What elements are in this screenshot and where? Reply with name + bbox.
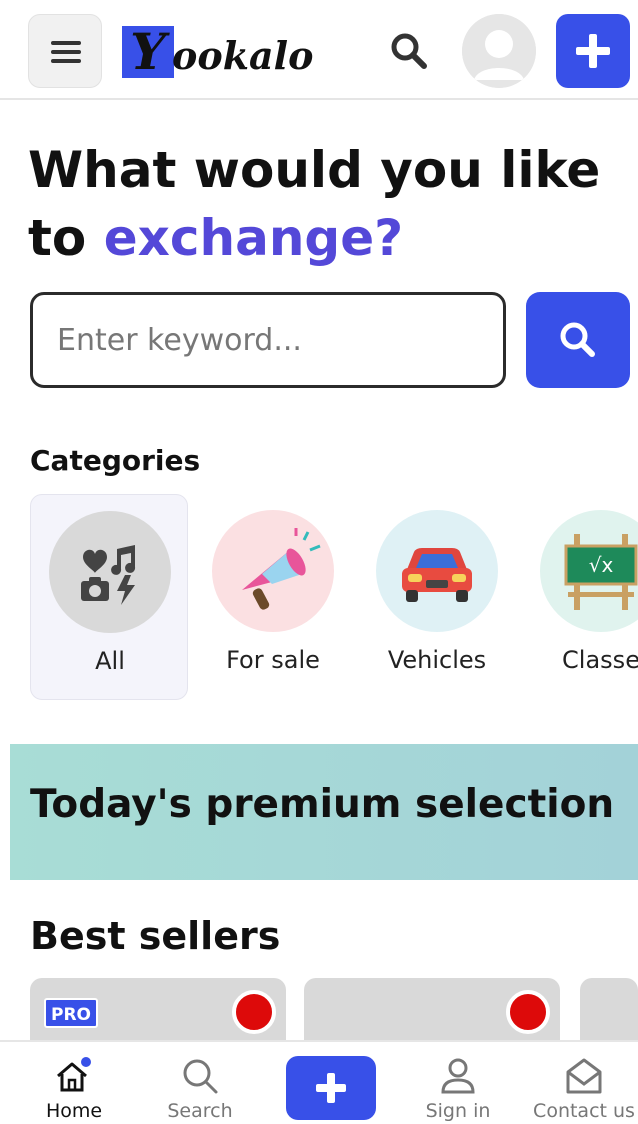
- category-label: All: [95, 647, 125, 675]
- logo-letter-y: Y: [122, 26, 174, 78]
- bottom-navigation-bar: Home Search Sign in Contact us: [0, 1040, 638, 1124]
- best-sellers-heading: Best sellers: [30, 914, 281, 958]
- category-all[interactable]: All: [30, 494, 188, 700]
- menu-bar: [51, 41, 81, 45]
- search-icon: [560, 322, 595, 357]
- megaphone-icon: [212, 510, 334, 632]
- search-icon[interactable]: [388, 30, 430, 72]
- nav-search[interactable]: Search: [140, 1042, 260, 1124]
- chalkboard-icon: √x: [540, 510, 638, 632]
- category-classes[interactable]: √x Classe: [522, 494, 638, 700]
- nav-label: Home: [45, 1100, 103, 1122]
- plus-icon: [576, 34, 610, 68]
- home-icon: [57, 1057, 91, 1092]
- nav-label: Search: [167, 1100, 233, 1122]
- keyword-search-field[interactable]: [30, 292, 506, 388]
- categories-carousel[interactable]: All For sale Vehicles √x Classe: [30, 494, 638, 704]
- nav-contact-us[interactable]: Contact us: [518, 1042, 638, 1124]
- avatar-silhouette-icon: [462, 14, 536, 88]
- hamburger-menu-button[interactable]: [28, 14, 102, 88]
- hero-title: What would you like to exchange?: [28, 136, 618, 272]
- hero-title-accent: exchange?: [103, 209, 404, 267]
- user-avatar-icon[interactable]: [462, 14, 536, 88]
- app-header: Y ookalo: [0, 0, 638, 100]
- mail-icon: [566, 1058, 602, 1094]
- car-icon: [376, 510, 498, 632]
- nav-label: Sign in: [425, 1100, 491, 1122]
- all-categories-icon: [49, 511, 171, 633]
- hero-title-line1: What would you like: [28, 141, 601, 199]
- record-dot-icon: [232, 990, 276, 1034]
- nav-sign-in[interactable]: Sign in: [398, 1042, 518, 1124]
- add-listing-button[interactable]: [556, 14, 630, 88]
- nav-add-button[interactable]: [286, 1056, 376, 1120]
- hero-title-prefix: to: [28, 209, 87, 267]
- search-submit-button[interactable]: [526, 292, 630, 388]
- nav-label: Contact us: [533, 1100, 635, 1122]
- hero-title-line2: to exchange?: [28, 204, 618, 272]
- plus-icon: [316, 1073, 346, 1103]
- category-label: Vehicles: [387, 646, 487, 674]
- category-label: For sale: [226, 646, 320, 674]
- pro-badge: PRO: [44, 998, 98, 1028]
- category-for-sale[interactable]: For sale: [194, 494, 352, 700]
- premium-selection-title: Today's premium selection: [30, 782, 615, 827]
- user-icon: [441, 1058, 475, 1094]
- record-dot-icon: [506, 990, 550, 1034]
- categories-heading: Categories: [30, 444, 201, 477]
- premium-selection-banner[interactable]: Today's premium selection: [10, 744, 638, 880]
- category-label: Classe: [562, 646, 638, 674]
- nav-home[interactable]: Home: [14, 1042, 134, 1124]
- search-icon: [183, 1059, 218, 1094]
- svg-text:√x: √x: [589, 553, 614, 577]
- menu-bar: [51, 59, 81, 63]
- menu-bar: [51, 50, 81, 54]
- logo-wordmark: ookalo: [172, 33, 314, 78]
- category-vehicles[interactable]: Vehicles: [358, 494, 516, 700]
- keyword-search-input[interactable]: [57, 295, 487, 385]
- yookalo-logo[interactable]: Y ookalo: [122, 22, 313, 78]
